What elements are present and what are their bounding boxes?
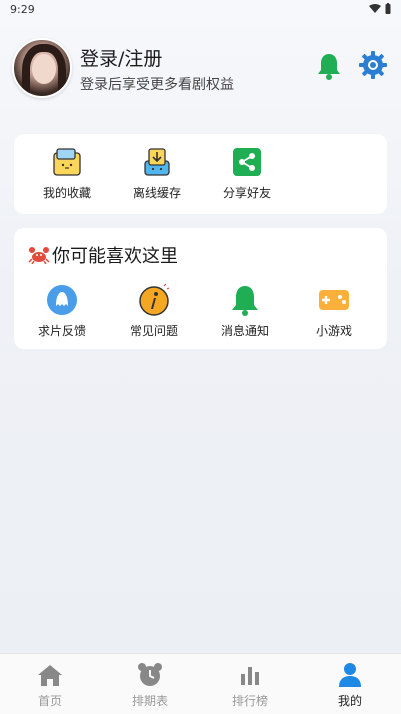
tab-home[interactable]: 首页 bbox=[0, 662, 100, 709]
share-friends-button[interactable]: 分享好友 bbox=[207, 146, 287, 201]
info-icon bbox=[114, 283, 194, 316]
faq-button[interactable]: 常见问题 bbox=[114, 283, 194, 339]
avatar[interactable] bbox=[12, 38, 72, 98]
gamepad-icon bbox=[294, 284, 374, 316]
notification-bell-icon[interactable] bbox=[316, 52, 342, 84]
battery-icon bbox=[385, 3, 391, 14]
offline-cache-label: 离线缓存 bbox=[132, 186, 181, 200]
quick-actions-card: 我的收藏 离线缓存 分享好友 bbox=[14, 134, 387, 214]
tab-home-label: 首页 bbox=[37, 694, 62, 708]
crab-icon bbox=[28, 247, 50, 264]
message-notifications-label: 消息通知 bbox=[220, 324, 269, 338]
tab-mine-label: 我的 bbox=[337, 694, 362, 708]
bar-chart-icon bbox=[200, 662, 300, 688]
request-feedback-label: 求片反馈 bbox=[37, 324, 86, 338]
request-feedback-button[interactable]: 求片反馈 bbox=[22, 284, 102, 339]
settings-gear-icon[interactable] bbox=[358, 50, 388, 84]
faq-label: 常见问题 bbox=[129, 324, 178, 338]
profile-header: 登录/注册 登录后享受更多看剧权益 bbox=[12, 38, 389, 100]
status-bar: 9:29 bbox=[0, 0, 401, 20]
mini-games-button[interactable]: 小游戏 bbox=[294, 284, 374, 339]
share-icon bbox=[207, 146, 287, 178]
mini-games-label: 小游戏 bbox=[315, 324, 352, 338]
bottom-tab-bar: 首页 排期表 排行榜 我的 bbox=[0, 653, 401, 714]
feedback-icon bbox=[22, 284, 102, 316]
recommend-title-text: 你可能喜欢这里 bbox=[52, 246, 178, 267]
login-subtitle: 登录后享受更多看剧权益 bbox=[80, 77, 234, 93]
user-icon bbox=[300, 662, 400, 688]
tab-schedule[interactable]: 排期表 bbox=[100, 662, 200, 709]
tab-mine[interactable]: 我的 bbox=[300, 662, 400, 709]
home-icon bbox=[0, 662, 100, 688]
recommend-title: 你可能喜欢这里 bbox=[28, 242, 178, 268]
avatar-face bbox=[32, 54, 56, 84]
recommend-card: 你可能喜欢这里 求片反馈 常见问题 消息通知 小游戏 bbox=[14, 228, 387, 349]
login-register-link[interactable]: 登录/注册 bbox=[80, 44, 162, 71]
download-icon bbox=[117, 146, 197, 178]
status-icons bbox=[369, 3, 391, 14]
wifi-icon bbox=[369, 3, 381, 13]
alarm-clock-icon bbox=[100, 662, 200, 688]
tab-ranking[interactable]: 排行榜 bbox=[200, 662, 300, 709]
share-friends-label: 分享好友 bbox=[222, 186, 271, 200]
folder-icon bbox=[27, 146, 107, 178]
tab-ranking-label: 排行榜 bbox=[231, 694, 268, 708]
offline-cache-button[interactable]: 离线缓存 bbox=[117, 146, 197, 201]
tab-schedule-label: 排期表 bbox=[131, 694, 168, 708]
bell-icon bbox=[205, 284, 285, 316]
message-notifications-button[interactable]: 消息通知 bbox=[205, 284, 285, 339]
favorites-button[interactable]: 我的收藏 bbox=[27, 146, 107, 201]
status-time: 9:29 bbox=[10, 3, 35, 16]
favorites-label: 我的收藏 bbox=[42, 186, 91, 200]
